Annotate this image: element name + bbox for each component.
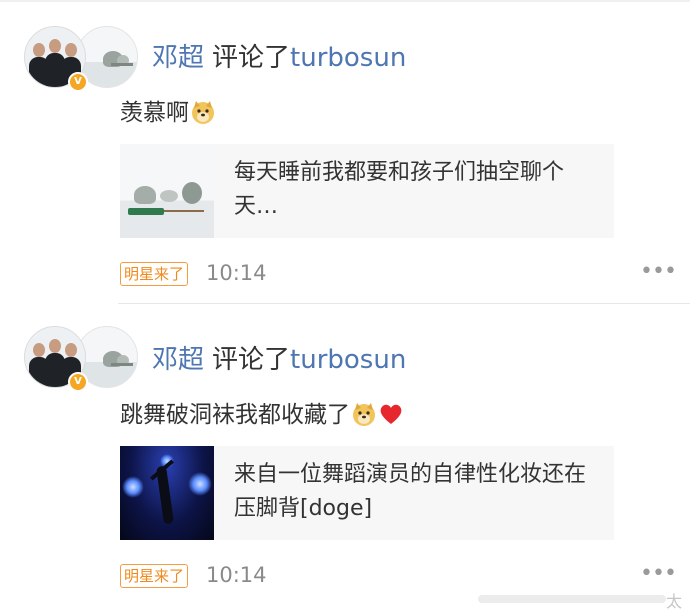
more-options-icon[interactable]: ••• [640,562,677,586]
comment-text: 跳舞破洞袜我都收藏了 [120,398,404,432]
post-thumbnail [120,144,214,238]
doge-emoji-icon [353,403,375,426]
truncated-footer: 太 [470,590,690,611]
comment-header: 邓超 评论了turbosun [152,40,406,76]
timestamp: 10:14 [206,261,267,285]
author-link[interactable]: 邓超 [152,345,204,375]
target-user-link[interactable]: turbosun [290,43,406,73]
avatar-group[interactable]: V [24,26,138,92]
faded-text-placeholder [478,595,666,603]
source-tag[interactable]: 明星来了 [120,564,189,588]
comment-header: 邓超 评论了turbosun [152,342,406,378]
top-divider [0,0,690,2]
avatar-group[interactable]: V [24,326,138,392]
timestamp: 10:14 [206,563,267,587]
heart-emoji-icon [380,404,402,424]
more-options-icon[interactable]: ••• [640,260,677,284]
footer-tail-text: 太 [666,592,683,611]
target-user-link[interactable]: turbosun [290,345,406,375]
linked-post-card[interactable]: 每天睡前我都要和孩子们抽空聊个天… [120,144,614,238]
action-label: 评论了 [212,43,291,73]
post-thumbnail [120,446,214,540]
source-tag[interactable]: 明星来了 [120,262,189,286]
verified-badge-icon: V [68,72,88,92]
post-excerpt: 来自一位舞蹈演员的自律性化妆还在压脚背[doge] [234,462,587,521]
action-label: 评论了 [212,345,291,375]
comment-text: 羡慕啊 [120,96,216,130]
linked-post-card[interactable]: 来自一位舞蹈演员的自律性化妆还在压脚背[doge] [120,446,614,540]
comment-divider [118,303,690,304]
post-excerpt: 每天睡前我都要和孩子们抽空聊个天… [234,160,565,219]
author-link[interactable]: 邓超 [152,43,204,73]
doge-emoji-icon [192,101,214,124]
verified-badge-icon: V [68,372,88,392]
